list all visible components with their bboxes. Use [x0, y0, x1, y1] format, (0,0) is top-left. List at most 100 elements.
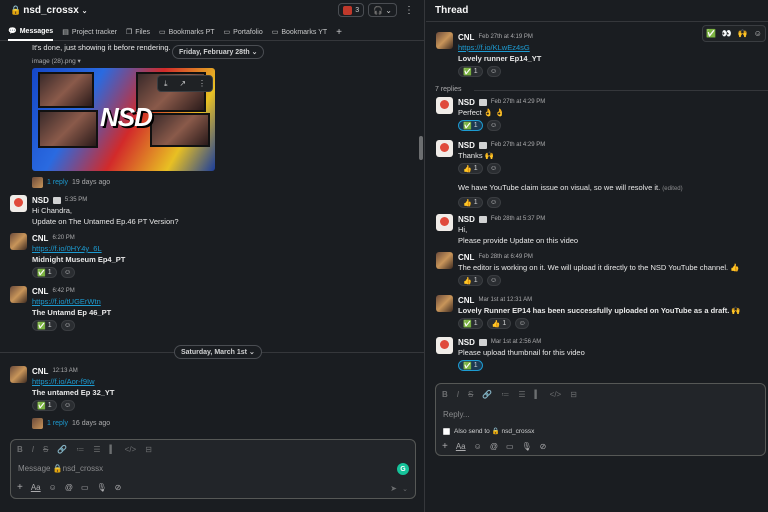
reply-composer[interactable]: B I S 🔗 ≔ ☰ ▍ </> ⊟ Reply... Also send t…	[435, 383, 766, 456]
checkmark-icon[interactable]: ✅	[706, 29, 716, 38]
avatar[interactable]	[436, 140, 453, 157]
reaction-checkmark[interactable]: ✅ 1	[458, 66, 483, 77]
add-reaction-icon[interactable]: ☺	[486, 163, 501, 174]
tab-project-tracker[interactable]: ▤ Project tracker	[62, 28, 117, 37]
bold-icon[interactable]: B	[17, 445, 23, 454]
link-icon[interactable]: 🔗	[482, 390, 492, 399]
add-reaction-icon[interactable]: ☺	[754, 29, 762, 38]
add-reaction-icon[interactable]: ☺	[60, 267, 75, 278]
date-divider[interactable]: Friday, February 28th ⌄	[172, 45, 265, 59]
reaction-thumbs-up[interactable]: 👍 1	[458, 275, 483, 286]
mention-icon[interactable]: @	[490, 442, 498, 451]
more-options-icon[interactable]: ⋮	[401, 5, 417, 16]
add-reaction-icon[interactable]: ☺	[486, 197, 501, 208]
reaction-thumbs-up[interactable]: 👍 1	[486, 318, 512, 329]
reply-input[interactable]: Reply...	[443, 410, 470, 419]
huddle-button[interactable]: 🎧 ⌄	[368, 3, 397, 17]
scrollbar[interactable]	[419, 136, 423, 160]
code-block-icon[interactable]: ⊟	[570, 390, 577, 399]
avatar[interactable]	[10, 286, 27, 303]
add-reaction-icon[interactable]: ☺	[515, 318, 530, 329]
emoji-icon[interactable]: ☺	[49, 483, 57, 492]
add-reaction-icon[interactable]: ☺	[486, 275, 501, 286]
avatar[interactable]	[436, 295, 453, 312]
file-link[interactable]: https://f.io/Aor-f9Iw	[32, 376, 115, 387]
microphone-icon[interactable]: 🎙	[522, 442, 532, 451]
thread-replies[interactable]: 1 reply 19 days ago	[32, 177, 110, 188]
code-icon[interactable]: </>	[550, 390, 562, 399]
reaction-checkmark[interactable]: ✅ 1	[32, 320, 57, 331]
code-block-icon[interactable]: ⊟	[145, 445, 152, 454]
format-text-icon[interactable]: Aa	[31, 483, 41, 492]
tab-files[interactable]: ❐ Files	[126, 28, 150, 37]
slash-command-icon[interactable]: ⊘	[115, 483, 122, 492]
reaction-checkmark[interactable]: ✅ 1	[458, 120, 483, 131]
add-tab-button[interactable]: +	[336, 27, 342, 38]
video-icon[interactable]: ▭	[81, 483, 89, 492]
checkbox[interactable]	[443, 427, 450, 435]
slash-command-icon[interactable]: ⊘	[540, 442, 547, 451]
add-reaction-icon[interactable]: ☺	[60, 320, 75, 331]
file-link[interactable]: https://f.io/0HY4y_6L	[32, 243, 125, 254]
add-reaction-icon[interactable]: ☺	[486, 120, 501, 131]
thread-replies[interactable]: 1 reply 16 days ago	[32, 418, 110, 429]
blockquote-icon[interactable]: ▍	[535, 390, 541, 399]
avatar[interactable]	[436, 337, 453, 354]
avatar[interactable]	[436, 97, 453, 114]
add-reaction-icon[interactable]: ☺	[60, 400, 75, 411]
date-divider[interactable]: Saturday, March 1st ⌄	[174, 345, 262, 359]
bold-icon[interactable]: B	[442, 390, 448, 399]
reaction-checkmark[interactable]: ✅ 1	[32, 400, 57, 411]
mention-icon[interactable]: @	[65, 483, 73, 492]
microphone-icon[interactable]: 🎙	[97, 483, 107, 492]
strikethrough-icon[interactable]: S	[43, 445, 48, 454]
raised-hands-icon[interactable]: 🙌	[738, 29, 748, 38]
eyes-icon[interactable]: 👀	[722, 29, 732, 38]
grammarly-icon[interactable]: G	[397, 463, 409, 475]
share-icon[interactable]: ↗	[179, 79, 186, 88]
avatar[interactable]	[10, 366, 27, 383]
image-filename[interactable]: image (28).png ▾	[32, 57, 81, 65]
tab-portafolio[interactable]: ▭ Portafolio	[224, 28, 263, 37]
strikethrough-icon[interactable]: S	[468, 390, 473, 399]
bulleted-list-icon[interactable]: ☰	[93, 445, 100, 454]
plus-icon[interactable]: +	[17, 482, 23, 493]
file-link[interactable]: https://f.io/tUGErWtn	[32, 296, 111, 307]
also-send-checkbox[interactable]: Also send to 🔒 nsd_crossx	[443, 427, 534, 435]
bulleted-list-icon[interactable]: ☰	[518, 390, 525, 399]
avatar[interactable]	[436, 252, 453, 269]
avatar[interactable]	[436, 214, 453, 231]
avatar[interactable]	[10, 195, 27, 212]
reaction-checkmark[interactable]: ✅ 1	[32, 267, 57, 278]
italic-icon[interactable]: I	[457, 390, 459, 399]
send-icon[interactable]: ➤	[390, 484, 397, 493]
message-composer[interactable]: B I S 🔗 ≔ ☰ ▍ </> ⊟ Message 🔒nsd_crossx …	[10, 439, 416, 499]
file-link[interactable]: https://f.io/KLwEz4sG	[458, 42, 541, 53]
plus-icon[interactable]: +	[442, 441, 448, 452]
chevron-down-icon[interactable]: ⌄	[402, 485, 408, 493]
members-button[interactable]: 3	[338, 3, 365, 17]
video-icon[interactable]: ▭	[506, 442, 514, 451]
message-input[interactable]: Message 🔒nsd_crossx	[18, 464, 103, 473]
link-icon[interactable]: 🔗	[57, 445, 67, 454]
reaction-thumbs-up[interactable]: 👍 1	[458, 163, 483, 174]
reaction-thumbs-up[interactable]: 👍 1	[458, 197, 483, 208]
ordered-list-icon[interactable]: ≔	[76, 445, 84, 454]
tab-messages[interactable]: 💬 Messages	[8, 24, 54, 41]
avatar[interactable]	[436, 32, 453, 49]
reaction-checkmark[interactable]: ✅ 1	[458, 318, 483, 329]
more-options-icon[interactable]: ⋮	[198, 79, 206, 88]
emoji-icon[interactable]: ☺	[474, 442, 482, 451]
reaction-checkmark[interactable]: ✅ 1	[458, 360, 483, 371]
code-icon[interactable]: </>	[125, 445, 137, 454]
download-icon[interactable]: ⤓	[164, 79, 168, 89]
channel-name-button[interactable]: 🔒 nsd_crossx ⌄	[10, 5, 87, 16]
tab-bookmarks-yt[interactable]: ▭ Bookmarks YT	[272, 28, 327, 37]
avatar[interactable]	[10, 233, 27, 250]
ordered-list-icon[interactable]: ≔	[501, 390, 509, 399]
format-text-icon[interactable]: Aa	[456, 442, 466, 451]
italic-icon[interactable]: I	[32, 445, 34, 454]
blockquote-icon[interactable]: ▍	[110, 445, 116, 454]
tab-bookmarks-pt[interactable]: ▭ Bookmarks PT	[159, 28, 215, 37]
add-reaction-icon[interactable]: ☺	[486, 66, 501, 77]
